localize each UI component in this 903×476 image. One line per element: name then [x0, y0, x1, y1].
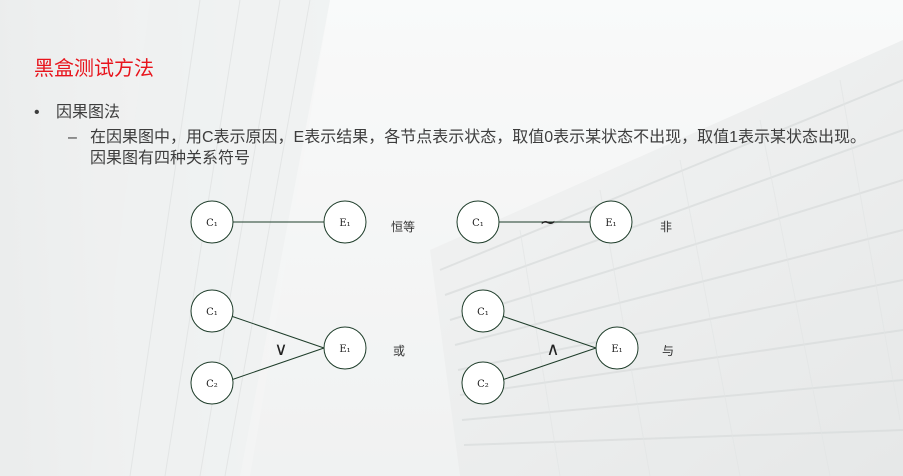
and-symbol: ∧: [546, 339, 559, 360]
identity-effect-label: E₁: [339, 218, 350, 229]
or-cause1-label: C₁: [206, 307, 218, 318]
not-symbol: ~: [540, 210, 557, 234]
slide: 黑盒测试方法 • 因果图法 – 在因果图中，用C表示原因，E表示结果，各节点表示状…: [0, 0, 903, 476]
or-effect-label: E₁: [339, 344, 350, 355]
or-symbol: ∨: [274, 339, 287, 360]
or-relation-label: 或: [393, 344, 405, 358]
identity-relation-label: 恒等: [391, 220, 415, 234]
not-cause-label: C₁: [472, 218, 484, 229]
cause-effect-diagram: C₁ E₁ C₁ E₁ C₁ C₂ E₁ C₁ C₂ E₁ ~ ∨ ∧ 恒等 非…: [190, 200, 674, 405]
not-effect-label: E₁: [605, 218, 616, 229]
not-relation-label: 非: [660, 220, 672, 234]
or-cause2-label: C₂: [206, 379, 218, 390]
and-cause1-label: C₁: [477, 307, 489, 318]
and-effect-label: E₁: [611, 344, 622, 355]
identity-cause-label: C₁: [206, 218, 218, 229]
and-cause2-label: C₂: [477, 379, 489, 390]
and-relation-label: 与: [662, 344, 674, 358]
